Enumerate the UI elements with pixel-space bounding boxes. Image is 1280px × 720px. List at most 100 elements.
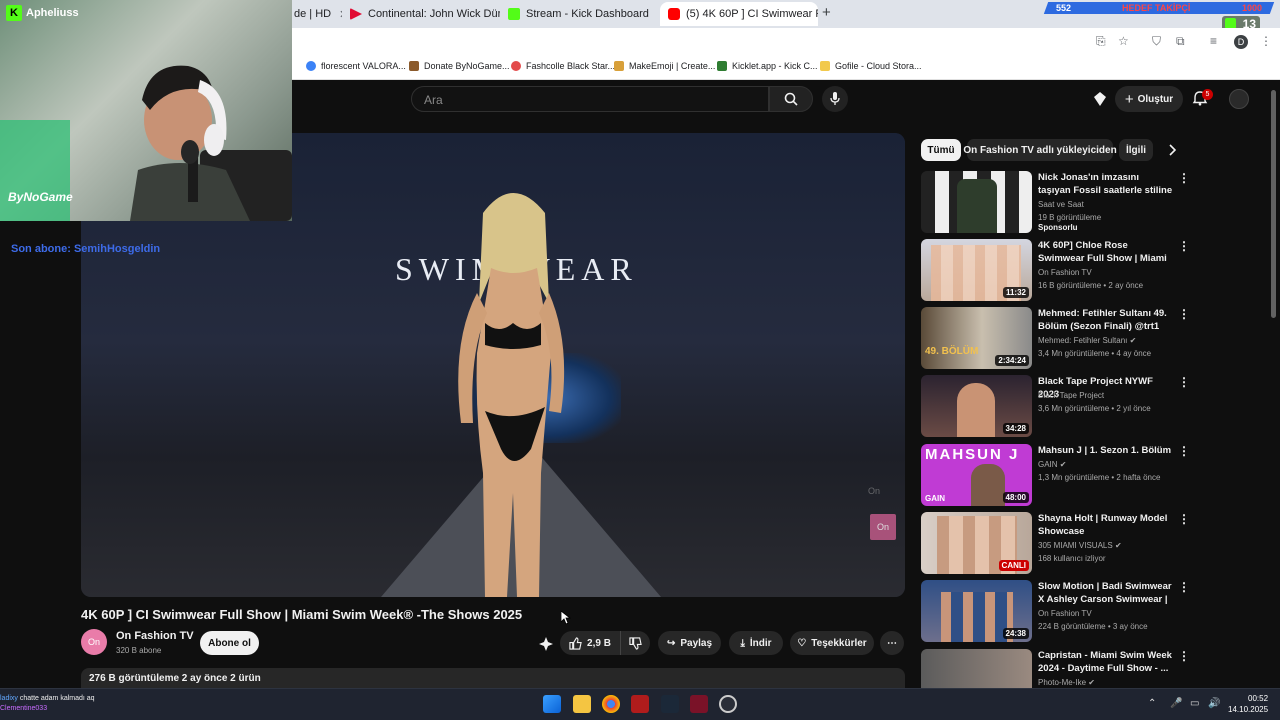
page-scrollbar[interactable]	[1271, 90, 1276, 318]
chrome-icon[interactable]	[602, 695, 620, 713]
chip-all[interactable]: Tümü	[921, 139, 961, 161]
kebab-menu-icon[interactable]: ⋮	[1178, 444, 1190, 458]
tab-hd[interactable]: de | HD ✕	[286, 2, 342, 26]
reading-list-icon[interactable]: ≡	[1210, 34, 1217, 48]
video-title: 4K 60P ] CI Swimwear Full Show | Miami S…	[81, 607, 523, 622]
valorant-icon[interactable]	[690, 695, 708, 713]
share-button[interactable]: ↪ Paylaş	[658, 631, 721, 655]
bookmark-item[interactable]: MakeEmoji | Create...	[614, 61, 715, 71]
recommendation-item[interactable]: Nick Jonas'ın imzasını taşıyan Fossil sa…	[921, 171, 1266, 233]
verified-check-icon: ✔	[1129, 336, 1137, 345]
more-actions-button[interactable]: ⋯	[880, 631, 904, 655]
bookmark-item[interactable]: florescent VALORA...	[306, 61, 406, 71]
ai-sparkle-icon[interactable]	[538, 636, 554, 652]
video-thumbnail[interactable]: 24:38	[921, 580, 1032, 642]
bookmark-label: Kicklet.app - Kick C...	[732, 61, 818, 71]
chip-from-uploader[interactable]: On Fashion TV adlı yükleyiciden	[963, 139, 1117, 161]
obs-icon[interactable]	[719, 695, 737, 713]
video-thumbnail[interactable]	[921, 171, 1032, 233]
channel-avatar[interactable]: On	[81, 629, 107, 655]
display-icon[interactable]: ▭	[1190, 698, 1199, 709]
recommendation-title[interactable]: 4K 60P] Chloe Rose Swimwear Full Show | …	[1038, 239, 1174, 265]
video-thumbnail[interactable]: MAHSUN J GAIN 48:00	[921, 444, 1032, 506]
recommendation-item[interactable]: 24:38 Slow Motion | Badi Swimwear X Ashl…	[921, 580, 1266, 642]
like-button[interactable]: 2,9 B	[560, 631, 620, 655]
kebab-menu-icon[interactable]: ⋮	[1178, 239, 1190, 253]
chevron-right-icon[interactable]	[1165, 143, 1179, 157]
download-button[interactable]: ⤓ İndir	[729, 631, 783, 655]
create-button[interactable]: + Oluştur	[1115, 86, 1183, 112]
subscribe-button[interactable]: Abone ol	[200, 631, 259, 655]
dislike-button[interactable]	[620, 631, 650, 655]
recommendation-title[interactable]: Mehmed: Fetihler Sultanı 49. Bölüm (Sezo…	[1038, 307, 1174, 333]
recommendation-channel[interactable]: On Fashion TV	[1038, 609, 1092, 618]
windows-start-icon[interactable]	[543, 695, 561, 713]
kebab-menu-icon[interactable]: ⋮	[1178, 649, 1190, 663]
recommendation-channel[interactable]: 305 MIAMI VISUALS ✔	[1038, 541, 1122, 550]
kebab-menu-icon[interactable]: ⋮	[1178, 375, 1190, 389]
microphone-icon[interactable]: 🎤	[1170, 698, 1182, 709]
install-app-icon[interactable]: ⎘	[1096, 34, 1106, 49]
profile-avatar[interactable]: D	[1234, 35, 1248, 49]
recommendation-title[interactable]: Nick Jonas'ın imzasını taşıyan Fossil sa…	[1038, 171, 1174, 197]
recommendation-meta: 16 B görüntüleme • 2 ay önce	[1038, 281, 1144, 290]
recommendation-channel[interactable]: Saat ve Saat	[1038, 200, 1084, 209]
video-thumbnail[interactable]: 11:32	[921, 239, 1032, 301]
menu-dots-icon[interactable]: ⋮	[1260, 34, 1272, 48]
speaker-icon[interactable]: 🔊	[1208, 698, 1220, 709]
kebab-menu-icon[interactable]: ⋮	[1178, 512, 1190, 526]
close-icon[interactable]: ✕	[331, 8, 342, 21]
account-avatar[interactable]	[1229, 89, 1249, 109]
video-thumbnail[interactable]: 34:28	[921, 375, 1032, 437]
voice-search-button[interactable]	[822, 86, 848, 112]
video-thumbnail[interactable]	[921, 649, 1032, 688]
recommendation-item[interactable]: 49. BÖLÜM 2:34:24 Mehmed: Fetihler Sulta…	[921, 307, 1266, 369]
recommendation-item[interactable]: MAHSUN J GAIN 48:00 Mahsun J | 1. Sezon …	[921, 444, 1266, 506]
recommendation-title[interactable]: Mahsun J | 1. Sezon 1. Bölüm	[1038, 444, 1174, 457]
close-icon[interactable]: ✕	[649, 8, 658, 21]
bookmark-item[interactable]: Donate ByNoGame...	[409, 61, 510, 71]
file-explorer-icon[interactable]	[573, 695, 591, 713]
new-tab-button[interactable]: +	[822, 4, 831, 21]
chip-related[interactable]: İlgili	[1119, 139, 1153, 161]
recommendation-item[interactable]: CANLI Shayna Holt | Runway Model Showcas…	[921, 512, 1266, 574]
search-input[interactable]: Ara	[411, 86, 769, 112]
bookmark-label: Donate ByNoGame...	[424, 61, 510, 71]
bookmark-star-icon[interactable]: ☆	[1118, 34, 1129, 48]
kebab-menu-icon[interactable]: ⋮	[1178, 307, 1190, 321]
recommendation-item[interactable]: 34:28 Black Tape Project NYWF 2023 Black…	[921, 375, 1266, 437]
steam-icon[interactable]	[661, 695, 679, 713]
recommendation-title[interactable]: Capristan - Miami Swim Week 2024 - Dayti…	[1038, 649, 1174, 675]
app-icon[interactable]	[631, 695, 649, 713]
extensions-icon[interactable]: ⧉	[1176, 34, 1185, 49]
recommendation-channel[interactable]: Black Tape Project	[1038, 391, 1104, 400]
recommendation-channel[interactable]: On Fashion TV	[1038, 268, 1092, 277]
recommendation-channel[interactable]: GAIN ✔	[1038, 460, 1067, 469]
premium-gem-icon[interactable]	[1092, 91, 1108, 107]
thanks-button[interactable]: ♡ Teşekkürler	[790, 631, 874, 655]
search-button[interactable]	[769, 86, 813, 112]
bookmark-item[interactable]: Kicklet.app - Kick C...	[717, 61, 818, 71]
shield-icon[interactable]: ⛉	[1152, 34, 1161, 49]
goal-current: 552	[1056, 3, 1072, 13]
recommendation-title[interactable]: Shayna Holt | Runway Model Showcase	[1038, 512, 1174, 538]
video-thumbnail[interactable]: CANLI	[921, 512, 1032, 574]
recommendation-title[interactable]: Slow Motion | Badi Swimwear X Ashley Car…	[1038, 580, 1174, 606]
description-box[interactable]: 276 B görüntüleme 2 ay önce 2 ürün	[81, 668, 905, 688]
tab-continental[interactable]: Continental: John Wick Dünyas ✕	[342, 2, 500, 26]
recommendation-item[interactable]: Capristan - Miami Swim Week 2024 - Dayti…	[921, 649, 1266, 688]
recommendation-channel[interactable]: Mehmed: Fetihler Sultanı ✔	[1038, 336, 1136, 345]
kebab-menu-icon[interactable]: ⋮	[1178, 171, 1190, 185]
video-thumbnail[interactable]: 49. BÖLÜM 2:34:24	[921, 307, 1032, 369]
chevron-up-icon[interactable]: ⌃	[1148, 698, 1156, 709]
channel-name[interactable]: On Fashion TV	[116, 630, 194, 642]
play-icon	[350, 8, 362, 20]
tab-kick-dashboard[interactable]: Stream - Kick Dashboard ✕	[500, 2, 658, 26]
bookmark-item[interactable]: Gofile - Cloud Stora...	[820, 61, 922, 71]
system-clock[interactable]: 00:52 14.10.2025	[1228, 693, 1268, 715]
bookmark-item[interactable]: Fashcolle Black Star...	[511, 61, 615, 71]
recommendation-channel[interactable]: Photo-Me-Ike ✔	[1038, 678, 1095, 687]
kebab-menu-icon[interactable]: ⋮	[1178, 580, 1190, 594]
recommendation-item[interactable]: 11:32 4K 60P] Chloe Rose Swimwear Full S…	[921, 239, 1266, 301]
tab-youtube-active[interactable]: (5) 4K 60P ] CI Swimwear F 🔊 ✕	[660, 2, 818, 26]
